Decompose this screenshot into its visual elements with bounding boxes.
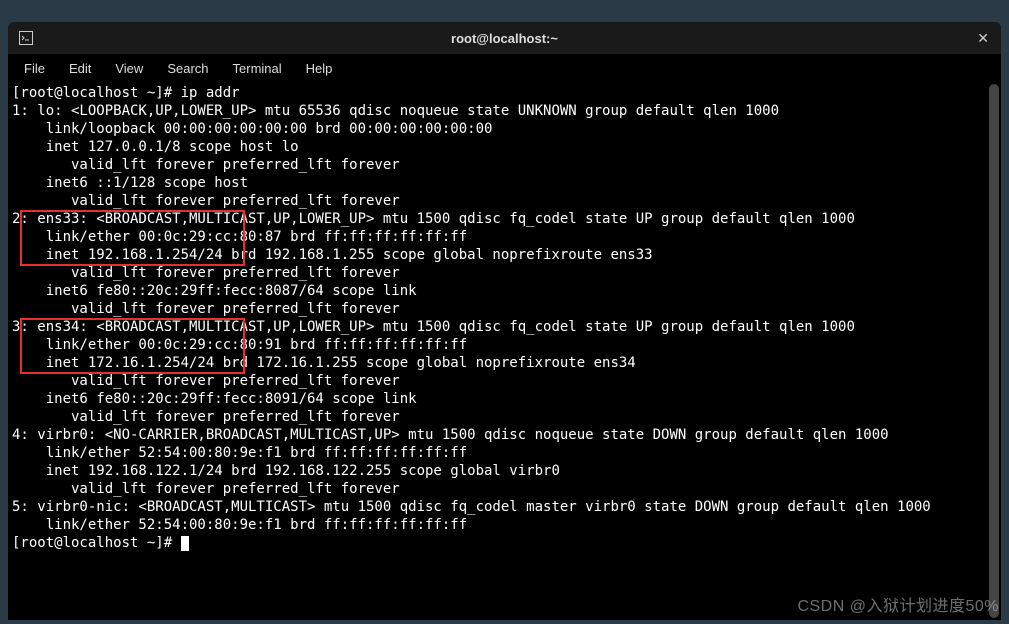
output-line: valid_lft forever preferred_lft forever: [12, 481, 400, 497]
output-line: inet 192.168.1.254/24 brd 192.168.1.255 …: [12, 247, 653, 263]
output-line: valid_lft forever preferred_lft forever: [12, 265, 400, 281]
output-line: inet6 ::1/128 scope host: [12, 175, 256, 191]
output-line: 4: virbr0: <NO-CARRIER,BROADCAST,MULTICA…: [12, 427, 889, 443]
output-line: 3: ens34: <BROADCAST,MULTICAST,UP,LOWER_…: [12, 319, 855, 335]
close-button[interactable]: ✕: [977, 30, 989, 47]
cursor: [181, 536, 189, 551]
output-line: link/ether 52:54:00:80:9e:f1 brd ff:ff:f…: [12, 517, 467, 533]
output-line: 2: ens33: <BROADCAST,MULTICAST,UP,LOWER_…: [12, 211, 855, 227]
output-line: link/ether 52:54:00:80:9e:f1 brd ff:ff:f…: [12, 445, 467, 461]
menu-edit[interactable]: Edit: [59, 57, 101, 80]
output-line: inet 172.16.1.254/24 brd 172.16.1.255 sc…: [12, 355, 636, 371]
scroll-thumb[interactable]: [989, 84, 999, 618]
output-line: link/ether 00:0c:29:cc:80:91 brd ff:ff:f…: [12, 337, 467, 353]
output-line: valid_lft forever preferred_lft forever: [12, 193, 400, 209]
output-line: link/ether 00:0c:29:cc:80:87 brd ff:ff:f…: [12, 229, 467, 245]
menu-file[interactable]: File: [14, 57, 55, 80]
prompt-line: [root@localhost ~]#: [12, 535, 181, 551]
scrollbar[interactable]: [989, 84, 999, 618]
terminal-output: [root@localhost ~]# ip addr 1: lo: <LOOP…: [12, 84, 997, 552]
output-line: inet 127.0.0.1/8 scope host lo: [12, 139, 299, 155]
prompt-line: [root@localhost ~]# ip addr: [12, 85, 240, 101]
menu-help[interactable]: Help: [296, 57, 343, 80]
output-line: 1: lo: <LOOPBACK,UP,LOWER_UP> mtu 65536 …: [12, 103, 779, 119]
output-line: valid_lft forever preferred_lft forever: [12, 409, 400, 425]
output-line: inet 192.168.122.1/24 brd 192.168.122.25…: [12, 463, 560, 479]
titlebar[interactable]: root@localhost:~ ✕: [8, 22, 1001, 54]
output-line: inet6 fe80::20c:29ff:fecc:8087/64 scope …: [12, 283, 425, 299]
menu-search[interactable]: Search: [157, 57, 218, 80]
menu-view[interactable]: View: [105, 57, 153, 80]
terminal-body[interactable]: [root@localhost ~]# ip addr 1: lo: <LOOP…: [8, 82, 1001, 620]
watermark: CSDN @入狱计划进度50%: [797, 592, 999, 616]
menubar: File Edit View Search Terminal Help: [8, 54, 1001, 82]
window-title: root@localhost:~: [8, 31, 1001, 46]
output-line: valid_lft forever preferred_lft forever: [12, 373, 400, 389]
output-line: 5: virbr0-nic: <BROADCAST,MULTICAST> mtu…: [12, 499, 931, 515]
terminal-window: root@localhost:~ ✕ File Edit View Search…: [8, 22, 1001, 620]
terminal-icon: [18, 30, 34, 46]
output-line: valid_lft forever preferred_lft forever: [12, 157, 400, 173]
output-line: inet6 fe80::20c:29ff:fecc:8091/64 scope …: [12, 391, 425, 407]
menu-terminal[interactable]: Terminal: [223, 57, 292, 80]
output-line: valid_lft forever preferred_lft forever: [12, 301, 400, 317]
output-line: link/loopback 00:00:00:00:00:00 brd 00:0…: [12, 121, 492, 137]
